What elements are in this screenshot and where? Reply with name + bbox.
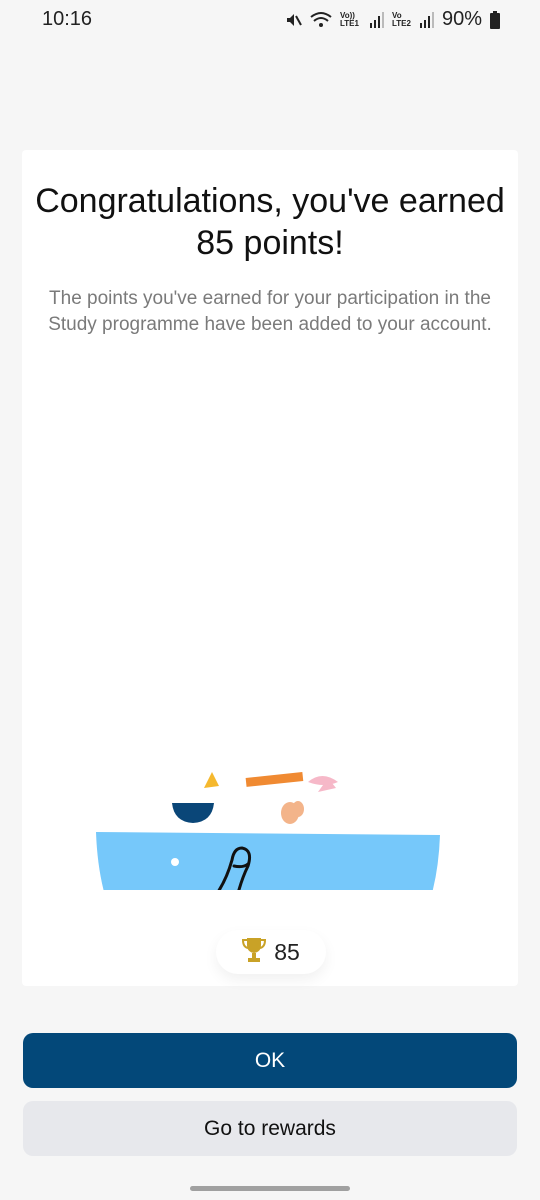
points-badge: 85 bbox=[216, 930, 326, 974]
dialog-title: Congratulations, you've earned 85 points… bbox=[35, 182, 505, 262]
signal-icon bbox=[369, 11, 384, 28]
dialog-message: The points you've earned for your partic… bbox=[48, 288, 492, 335]
status-bar: 10:16 Vo)) LTE1 Vo LTE2 90% bbox=[0, 0, 540, 40]
status-time: 10:16 bbox=[42, 8, 93, 30]
battery-icon bbox=[490, 10, 500, 29]
trophy-icon bbox=[242, 937, 267, 968]
battery-percent: 90% bbox=[441, 8, 482, 30]
signal-icon-2 bbox=[419, 11, 434, 28]
thumbs-up-bowl-illustration bbox=[22, 610, 518, 1013]
mute-icon bbox=[284, 11, 302, 29]
go-to-rewards-button[interactable]: Go to rewards bbox=[23, 1101, 517, 1156]
sim1-label: Vo)) LTE1 bbox=[339, 10, 359, 28]
home-indicator[interactable] bbox=[190, 1186, 350, 1191]
congratulations-card: Congratulations, you've earned 85 points… bbox=[22, 150, 518, 1013]
ok-button[interactable]: OK bbox=[23, 1033, 517, 1088]
sim2-label: Vo LTE2 bbox=[391, 10, 411, 28]
wifi-icon bbox=[310, 11, 332, 29]
points-value: 85 bbox=[274, 938, 300, 965]
status-icons: Vo)) LTE1 Vo LTE2 90% bbox=[284, 8, 500, 31]
